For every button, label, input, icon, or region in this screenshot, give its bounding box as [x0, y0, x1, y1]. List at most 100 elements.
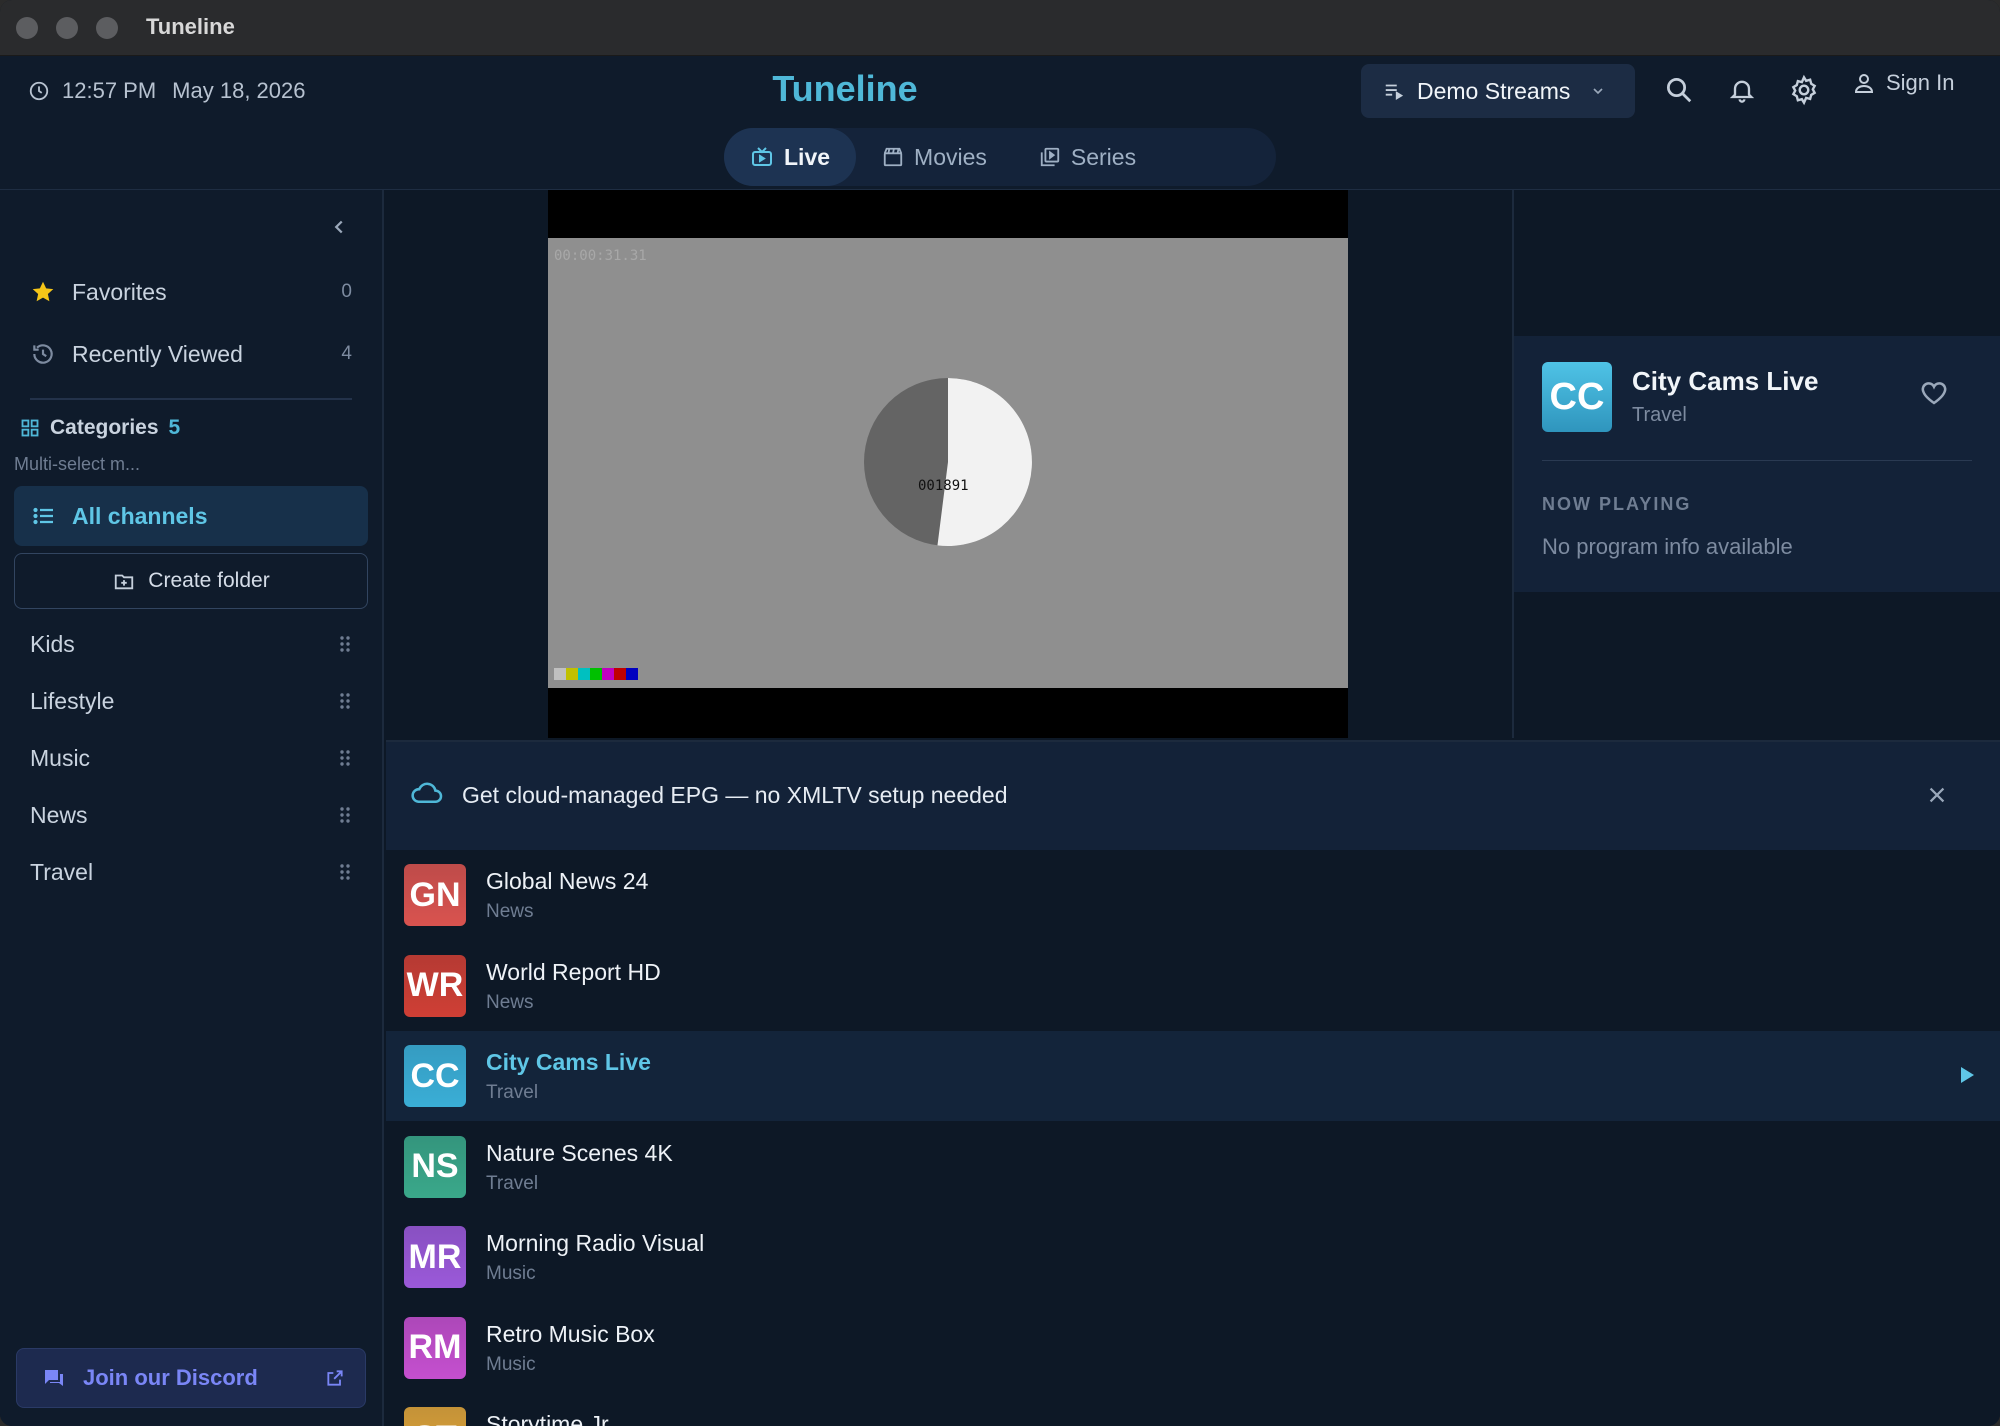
channel-logo: WR — [404, 954, 466, 1017]
channel-logo: RM — [404, 1316, 466, 1379]
channel-list: GN Global News 24 News WR World Report HD New… — [386, 850, 2000, 1426]
chevron-down-icon — [1593, 88, 1603, 95]
now-playing-value: No program info available — [1542, 534, 1793, 559]
list-icon — [33, 507, 53, 525]
app-header: 12:57 PM May 18, 2026 Tuneline Demo Stre… — [0, 56, 2000, 190]
cloud-icon — [411, 782, 443, 804]
category-item-music[interactable]: Music — [30, 738, 352, 778]
video-player[interactable]: 00:00:31.31 001891 — [548, 190, 1348, 738]
video-frame-number: 001891 — [918, 478, 969, 494]
channel-logo: MR — [404, 1226, 466, 1288]
channel-logo: ST — [404, 1407, 466, 1426]
channel-row[interactable]: RM Retro Music Box Music — [386, 1303, 2000, 1393]
history-icon — [33, 344, 53, 364]
category-label: Music — [30, 744, 91, 771]
category-label: News — [30, 801, 88, 828]
all-channels-item[interactable]: All channels — [14, 486, 368, 546]
clock-date: May 18, 2026 — [172, 78, 306, 103]
tv-icon — [752, 147, 772, 166]
zoom-window-button[interactable] — [96, 17, 118, 39]
now-playing-label: NOW PLAYING — [1542, 494, 1692, 514]
chat-icon — [45, 1370, 63, 1386]
folder-plus-icon — [115, 574, 134, 590]
channel-row[interactable]: MR Morning Radio Visual Music — [386, 1212, 2000, 1302]
channel-name: City Cams Live — [1632, 366, 1819, 396]
epg-banner: Get cloud-managed EPG — no XMLTV setup n… — [386, 740, 2000, 850]
info-divider — [1542, 460, 1972, 461]
settings-button[interactable] — [1786, 72, 1822, 108]
tab-series[interactable]: Series — [1013, 128, 1162, 186]
channel-logo: CC — [1542, 362, 1612, 432]
clock-time: 12:57 PM — [62, 78, 157, 103]
channel-logo: CC — [404, 1045, 466, 1107]
channel-category: Travel — [486, 1082, 539, 1103]
channel-category: News — [486, 991, 534, 1013]
collapse-sidebar-button[interactable] — [328, 216, 350, 243]
category-item-kids[interactable]: Kids — [30, 624, 352, 664]
channel-row[interactable]: STStorytime JrKids — [386, 1393, 2000, 1426]
channel-name: City Cams Live — [486, 1049, 651, 1075]
sign-in-button[interactable]: Sign In — [1852, 70, 1955, 96]
channel-row[interactable]: GN Global News 24 News — [386, 850, 2000, 940]
category-item-travel[interactable]: Travel — [30, 852, 352, 892]
favorite-toggle[interactable] — [1918, 378, 1950, 413]
recently-viewed-item[interactable]: Recently Viewed 4 — [30, 334, 352, 374]
star-icon — [32, 281, 54, 302]
drag-handle-icon[interactable] — [338, 806, 352, 824]
grid-icon — [21, 419, 39, 437]
search-button[interactable] — [1661, 72, 1697, 108]
clock-icon — [29, 81, 49, 101]
close-icon — [1929, 787, 1945, 803]
content-tabs: Live Movies Series — [724, 128, 1276, 186]
category-item-lifestyle[interactable]: Lifestyle — [30, 681, 352, 721]
categories-header: Categories 5 — [20, 416, 180, 440]
all-channels-label: All channels — [72, 502, 208, 529]
drag-handle-icon[interactable] — [338, 635, 352, 653]
drag-handle-icon[interactable] — [338, 863, 352, 881]
categories-count: 5 — [168, 416, 181, 439]
dismiss-banner-button[interactable] — [1926, 784, 1948, 811]
create-folder-label: Create folder — [148, 569, 270, 592]
sidebar-divider — [30, 398, 352, 400]
category-label: Travel — [30, 858, 94, 885]
channel-category: Travel — [486, 1172, 539, 1194]
minimize-window-button[interactable] — [56, 17, 78, 39]
favorites-count: 0 — [341, 281, 352, 302]
channel-name: Nature Scenes 4K — [486, 1139, 673, 1166]
favorites-label: Favorites — [72, 278, 167, 305]
favorites-item[interactable]: Favorites 0 — [30, 272, 352, 312]
color-bars — [554, 668, 638, 680]
window-title: Tuneline — [146, 14, 235, 39]
tab-series-label: Series — [1070, 143, 1137, 170]
channel-row[interactable]: CC City Cams Live Travel — [386, 1031, 2000, 1121]
playlist-icon — [1385, 84, 1404, 100]
channel-row[interactable]: WR World Report HD News — [386, 941, 2000, 1031]
sidebar: Favorites 0 Recently Viewed 4 Categories… — [0, 190, 384, 1426]
channel-category: Music — [486, 1353, 536, 1375]
channel-logo: NS — [404, 1135, 466, 1198]
channel-info-card: CC City Cams Live Travel NOW PLAYING No … — [1514, 336, 2000, 592]
tab-movies-label: Movies — [914, 143, 987, 170]
join-discord-button[interactable]: Join our Discord — [16, 1348, 366, 1408]
heart-icon — [1921, 382, 1947, 405]
category-item-news[interactable]: News — [30, 795, 352, 835]
drag-handle-icon[interactable] — [338, 692, 352, 710]
gear-icon — [1791, 74, 1817, 106]
source-selector[interactable]: Demo Streams — [1361, 64, 1635, 118]
external-link-icon — [327, 1370, 343, 1386]
search-icon — [1667, 78, 1692, 103]
epg-banner-text: Get cloud-managed EPG — no XMLTV setup n… — [462, 782, 1008, 808]
play-icon[interactable] — [1958, 1064, 1976, 1086]
channel-name: Retro Music Box — [486, 1320, 655, 1347]
tab-movies[interactable]: Movies — [856, 128, 1013, 186]
create-folder-button[interactable]: Create folder — [14, 553, 368, 609]
chevron-left-icon — [334, 220, 343, 234]
app-window: Tuneline 12:57 PM May 18, 2026 Tuneline … — [0, 0, 2000, 1426]
channel-row[interactable]: NS Nature Scenes 4K Travel — [386, 1122, 2000, 1212]
close-window-button[interactable] — [16, 17, 38, 39]
channel-name: Morning Radio Visual — [486, 1230, 705, 1256]
tab-live[interactable]: Live — [724, 128, 857, 186]
notifications-button[interactable] — [1724, 72, 1760, 108]
drag-handle-icon[interactable] — [338, 749, 352, 767]
test-pattern-pie — [864, 378, 1032, 546]
